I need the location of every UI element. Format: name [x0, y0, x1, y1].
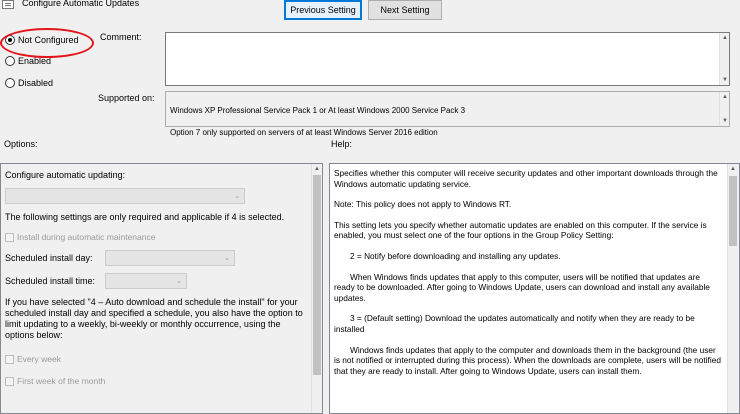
radio-button[interactable] [5, 78, 15, 88]
schedule-note: If you have selected "4 – Auto download … [5, 297, 303, 340]
first-week-label: First week of the month [17, 376, 106, 386]
install-time-label: Scheduled install time: [5, 276, 96, 286]
chevron-down-icon: ⌄ [224, 255, 230, 262]
configure-updating-label: Configure automatic updating: [5, 170, 126, 180]
scroll-thumb[interactable] [729, 176, 737, 246]
checkbox[interactable] [5, 232, 14, 242]
comment-scrollbar[interactable]: ▲ ▼ [719, 33, 729, 85]
install-day-label: Scheduled install day: [5, 253, 93, 263]
options-header: Options: [4, 139, 38, 149]
radio-button[interactable] [5, 56, 15, 66]
options-scrollbar[interactable]: ▲ [311, 164, 322, 413]
maintenance-label: Install during automatic maintenance [17, 232, 156, 242]
comment-label: Comment: [100, 32, 142, 42]
radio-enabled[interactable]: Enabled [5, 56, 51, 66]
radio-label-disabled: Disabled [18, 78, 54, 88]
help-paragraph: This setting lets you specify whether au… [334, 219, 707, 241]
options-panel: Configure automatic updating: ⌄ The foll… [0, 163, 323, 414]
supported-scrollbar[interactable]: ▲ ▼ [719, 92, 729, 126]
radio-label-not-configured: Not Configured [18, 35, 79, 45]
help-panel: Specifies whether this computer will rec… [329, 163, 740, 414]
help-paragraph: Specifies whether this computer will rec… [334, 168, 718, 189]
help-scrollbar[interactable]: ▲ [727, 164, 739, 413]
radio-label-enabled: Enabled [18, 56, 52, 66]
chevron-down-icon: ⌄ [176, 278, 182, 285]
scroll-up-arrow-icon[interactable]: ▲ [720, 92, 730, 102]
applicable-note: The following settings are only required… [5, 212, 285, 222]
supported-line-1: Windows XP Professional Service Pack 1 o… [170, 106, 466, 115]
first-week-checkbox-row[interactable]: First week of the month [5, 376, 105, 386]
install-day-dropdown[interactable]: ⌄ [105, 250, 235, 266]
scroll-up-arrow-icon[interactable]: ▲ [720, 33, 730, 43]
help-paragraph: When Windows finds updates that apply to… [334, 271, 710, 303]
scroll-down-arrow-icon[interactable]: ▼ [720, 116, 730, 126]
window-title: Configure Automatic Updates [22, 0, 140, 8]
help-paragraph: Note: This policy does not apply to Wind… [334, 199, 512, 210]
checkbox[interactable] [5, 376, 14, 386]
scroll-up-arrow-icon[interactable]: ▲ [312, 164, 322, 174]
install-time-dropdown[interactable]: ⌄ [105, 273, 187, 289]
supported-on-label: Supported on: [98, 93, 155, 103]
radio-disabled[interactable]: Disabled [5, 78, 53, 88]
radio-not-configured[interactable]: Not Configured [5, 35, 79, 45]
checkbox[interactable] [5, 354, 14, 364]
every-week-checkbox-row[interactable]: Every week [5, 354, 61, 364]
scroll-thumb[interactable] [313, 175, 321, 375]
help-paragraph: 2 = Notify before downloading and instal… [350, 250, 561, 261]
configure-updating-dropdown[interactable]: ⌄ [5, 188, 245, 204]
help-header: Help: [331, 139, 353, 149]
help-text: Specifies whether this computer will rec… [334, 168, 723, 386]
help-paragraph: Windows finds updates that apply to the … [334, 344, 721, 376]
policy-icon [2, 0, 14, 9]
supported-on-box: Windows XP Professional Service Pack 1 o… [165, 91, 730, 137]
maintenance-checkbox-row[interactable]: Install during automatic maintenance [5, 232, 155, 242]
help-paragraph: 3 = (Default setting) Download the updat… [334, 313, 695, 334]
radio-button-selected[interactable] [5, 35, 15, 45]
chevron-down-icon: ⌄ [234, 193, 240, 200]
scroll-up-arrow-icon[interactable]: ▲ [728, 164, 738, 174]
supported-line-2: Option 7 only supported on servers of at… [170, 128, 438, 137]
previous-setting-button[interactable]: Previous Setting [284, 0, 362, 20]
every-week-label: Every week [17, 354, 61, 364]
comment-textbox[interactable]: ▲ ▼ [165, 32, 730, 86]
scroll-down-arrow-icon[interactable]: ▼ [720, 75, 730, 85]
next-setting-button[interactable]: Next Setting [368, 0, 442, 20]
